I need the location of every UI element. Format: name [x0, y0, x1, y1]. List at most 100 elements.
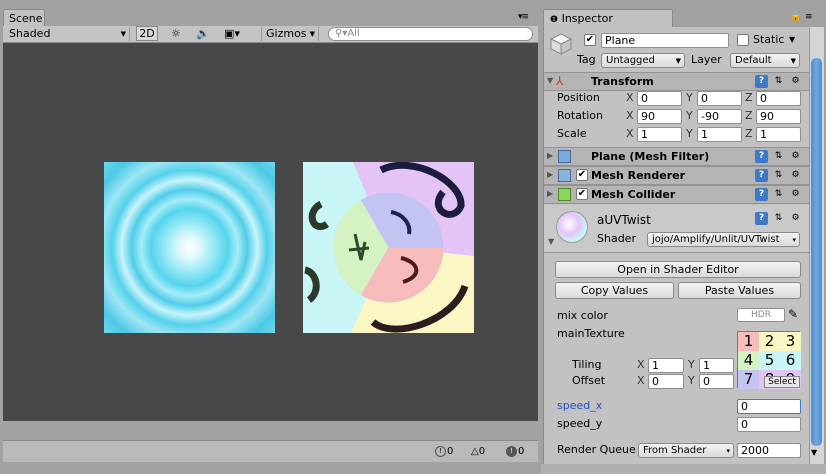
texture-select-button[interactable]: Select — [764, 376, 800, 388]
help-book-icon[interactable]: ? — [755, 75, 768, 88]
component-header-icons: ? ⇅ ⚙ — [755, 75, 803, 89]
offset-x-field[interactable]: 0 — [648, 374, 684, 389]
open-in-shader-editor-button[interactable]: Open in Shader Editor — [555, 261, 801, 278]
info-icon: ! — [435, 445, 446, 457]
mix-color-field[interactable]: HDR — [737, 308, 785, 322]
offset-y-field[interactable]: 0 — [699, 374, 734, 389]
preset-icon[interactable]: ⇅ — [772, 169, 785, 182]
scale-x-field[interactable]: 1 — [637, 127, 682, 142]
chevron-down-icon[interactable]: ▼ — [789, 32, 795, 48]
panel-menu-icon[interactable]: ▾≡ — [518, 12, 529, 22]
audio-toggle-icon[interactable]: 🔊 — [196, 27, 210, 41]
info-count[interactable]: ! 0 — [435, 445, 453, 459]
tab-scene[interactable]: Scene — [3, 9, 45, 26]
mesh-collider-title: Mesh Collider — [591, 188, 676, 201]
active-checkbox[interactable]: ✔ — [584, 34, 596, 46]
speed-x-label: speed_x — [557, 399, 603, 412]
mesh-collider-header[interactable]: ▶ ✔ Mesh Collider ? ⇅ ⚙ — [544, 185, 809, 204]
uv-twist-plane[interactable] — [303, 162, 474, 333]
position-z-field[interactable]: 0 — [756, 91, 801, 106]
layer-dropdown[interactable]: Default ▼ — [730, 53, 800, 68]
axis-z-label: Z — [745, 127, 753, 140]
rotation-x-field[interactable]: 90 — [637, 109, 682, 124]
inspector-scrollbar-thumb[interactable] — [811, 58, 822, 446]
mesh-filter-icon — [558, 150, 571, 163]
fold-arrow-icon: ▶ — [547, 189, 554, 198]
mesh-renderer-header[interactable]: ▶ ✔ Mesh Renderer ? ⇅ ⚙ — [544, 166, 809, 185]
scroll-down-arrow-icon[interactable]: ▼ — [811, 448, 817, 457]
gear-icon[interactable]: ⚙ — [789, 75, 802, 88]
render-queue-mode-dropdown[interactable]: From Shader ▾ — [638, 443, 734, 458]
error-icon: ! — [506, 445, 517, 457]
effects-dropdown-icon[interactable]: ▣▾ — [224, 27, 240, 41]
axis-y-label: Y — [686, 127, 693, 140]
2d-toggle-button[interactable]: 2D — [136, 26, 158, 41]
main-texture-swatch[interactable]: 1 2 3 4 5 6 7 8 9 Select — [737, 331, 801, 389]
component-header-icons: ? ⇅ ⚙ — [755, 150, 803, 164]
rotation-y-field[interactable]: -90 — [697, 109, 742, 124]
mesh-filter-header[interactable]: ▶ Plane (Mesh Filter) ? ⇅ ⚙ — [544, 147, 809, 166]
axis-y-label: Y — [686, 91, 693, 104]
preset-icon[interactable]: ⇅ — [772, 150, 785, 163]
render-queue-field[interactable]: 2000 — [737, 443, 801, 458]
rotation-label: Rotation — [557, 109, 604, 122]
eyedropper-icon[interactable]: ✎ — [788, 307, 798, 321]
axis-y-label: Y — [688, 358, 695, 371]
gear-icon[interactable]: ⚙ — [789, 150, 802, 163]
texture-digit: 1 — [738, 332, 759, 351]
rotation-z-field[interactable]: 90 — [756, 109, 801, 124]
gear-icon[interactable]: ⚙ — [789, 169, 802, 182]
transform-header[interactable]: ▼ ⅄ Transform ? ⇅ ⚙ — [544, 72, 809, 91]
texture-digit: 4 — [738, 351, 759, 370]
water-texture-plane[interactable] — [104, 162, 275, 333]
tab-inspector[interactable]: ❶ Inspector — [543, 9, 673, 27]
error-count[interactable]: ! 0 — [506, 445, 524, 459]
material-header: ▼ aUVTwist Shader jojo/Amplify/Unlit/UVT… — [544, 205, 809, 253]
object-name-field[interactable]: Plane — [601, 33, 729, 48]
speed-x-field[interactable]: 0 — [737, 399, 801, 414]
preset-icon[interactable]: ⇅ — [772, 188, 785, 201]
copy-values-button[interactable]: Copy Values — [555, 282, 674, 299]
shading-mode-dropdown[interactable]: Shaded ▼ — [5, 27, 130, 41]
shader-value: jojo/Amplify/Unlit/UVTwist — [652, 234, 780, 245]
material-header-icons: ? ⇅ ⚙ — [755, 212, 803, 226]
fold-arrow-icon[interactable]: ▼ — [548, 237, 554, 246]
scene-search-input[interactable]: ⚲▾All — [328, 27, 533, 41]
help-book-icon[interactable]: ? — [755, 150, 768, 163]
texture-digit: 3 — [780, 332, 801, 351]
gameobject-cube-icon — [549, 32, 573, 56]
gizmos-dropdown[interactable]: Gizmos ▼ — [261, 27, 319, 41]
mesh-collider-enabled-checkbox[interactable]: ✔ — [576, 188, 588, 200]
mix-color-label: mix color — [557, 309, 608, 322]
help-book-icon[interactable]: ? — [755, 212, 768, 225]
static-checkbox[interactable] — [737, 34, 749, 46]
tag-value: Untagged — [606, 55, 655, 66]
shader-dropdown[interactable]: jojo/Amplify/Unlit/UVTwist ▾ — [647, 232, 800, 247]
axis-y-label: Y — [686, 109, 693, 122]
tag-dropdown[interactable]: Untagged ▼ — [601, 53, 685, 68]
help-book-icon[interactable]: ? — [755, 169, 768, 182]
gear-icon[interactable]: ⚙ — [789, 188, 802, 201]
texture-digit: 2 — [759, 332, 780, 351]
tiling-label: Tiling — [572, 358, 602, 371]
tiling-x-field[interactable]: 1 — [648, 358, 684, 373]
panel-menu-icon[interactable]: ≡ — [805, 12, 812, 22]
gear-icon[interactable]: ⚙ — [789, 212, 802, 225]
fold-arrow-icon: ▼ — [547, 76, 554, 85]
material-preview-icon[interactable] — [556, 211, 588, 243]
lock-icon[interactable]: 🔒 — [790, 12, 801, 22]
mesh-renderer-enabled-checkbox[interactable]: ✔ — [576, 169, 588, 181]
paste-values-button[interactable]: Paste Values — [678, 282, 801, 299]
position-label: Position — [557, 91, 600, 104]
speed-y-field[interactable]: 0 — [737, 417, 801, 432]
position-x-field[interactable]: 0 — [637, 91, 682, 106]
tiling-y-field[interactable]: 1 — [699, 358, 734, 373]
preset-icon[interactable]: ⇅ — [772, 212, 785, 225]
lighting-toggle-icon[interactable]: ☼ — [171, 27, 181, 41]
preset-icon[interactable]: ⇅ — [772, 75, 785, 88]
position-y-field[interactable]: 0 — [697, 91, 742, 106]
scale-y-field[interactable]: 1 — [697, 127, 742, 142]
scale-z-field[interactable]: 1 — [756, 127, 801, 142]
help-book-icon[interactable]: ? — [755, 188, 768, 201]
warning-count[interactable]: △0 — [471, 445, 485, 459]
